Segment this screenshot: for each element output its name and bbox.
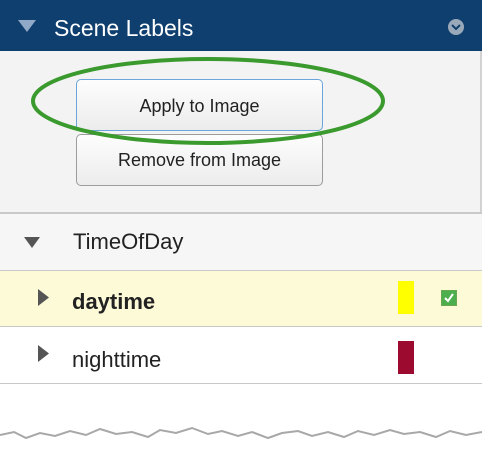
remove-from-image-button[interactable]: Remove from Image (76, 134, 323, 186)
label-item-name: daytime (72, 289, 156, 314)
label-color-swatch[interactable] (398, 341, 414, 374)
label-color-swatch[interactable] (398, 281, 414, 314)
label-item-name: nighttime (72, 347, 162, 372)
label-checkbox[interactable] (441, 290, 457, 306)
label-group-row[interactable]: TimeOfDay (0, 214, 482, 271)
label-item-nighttime[interactable]: nighttime (0, 327, 482, 384)
panel-header[interactable]: Scene Labels (0, 0, 482, 51)
panel-options-icon[interactable] (447, 18, 465, 36)
label-item-daytime[interactable]: daytime (0, 271, 482, 327)
expand-triangle-down-icon[interactable] (24, 237, 40, 248)
apply-to-image-button[interactable]: Apply to Image (76, 79, 323, 131)
collapse-triangle-icon[interactable] (17, 19, 37, 33)
scene-labels-panel: Scene Labels Apply to Image Remove from … (0, 0, 482, 455)
label-actions-area: Apply to Image Remove from Image (0, 51, 482, 212)
panel-title: Scene Labels (54, 15, 194, 41)
expand-triangle-right-icon[interactable] (38, 289, 49, 306)
torn-edge (0, 426, 482, 455)
expand-triangle-right-icon[interactable] (38, 345, 49, 362)
checkmark-icon (444, 293, 454, 303)
label-group-name: TimeOfDay (73, 229, 184, 254)
